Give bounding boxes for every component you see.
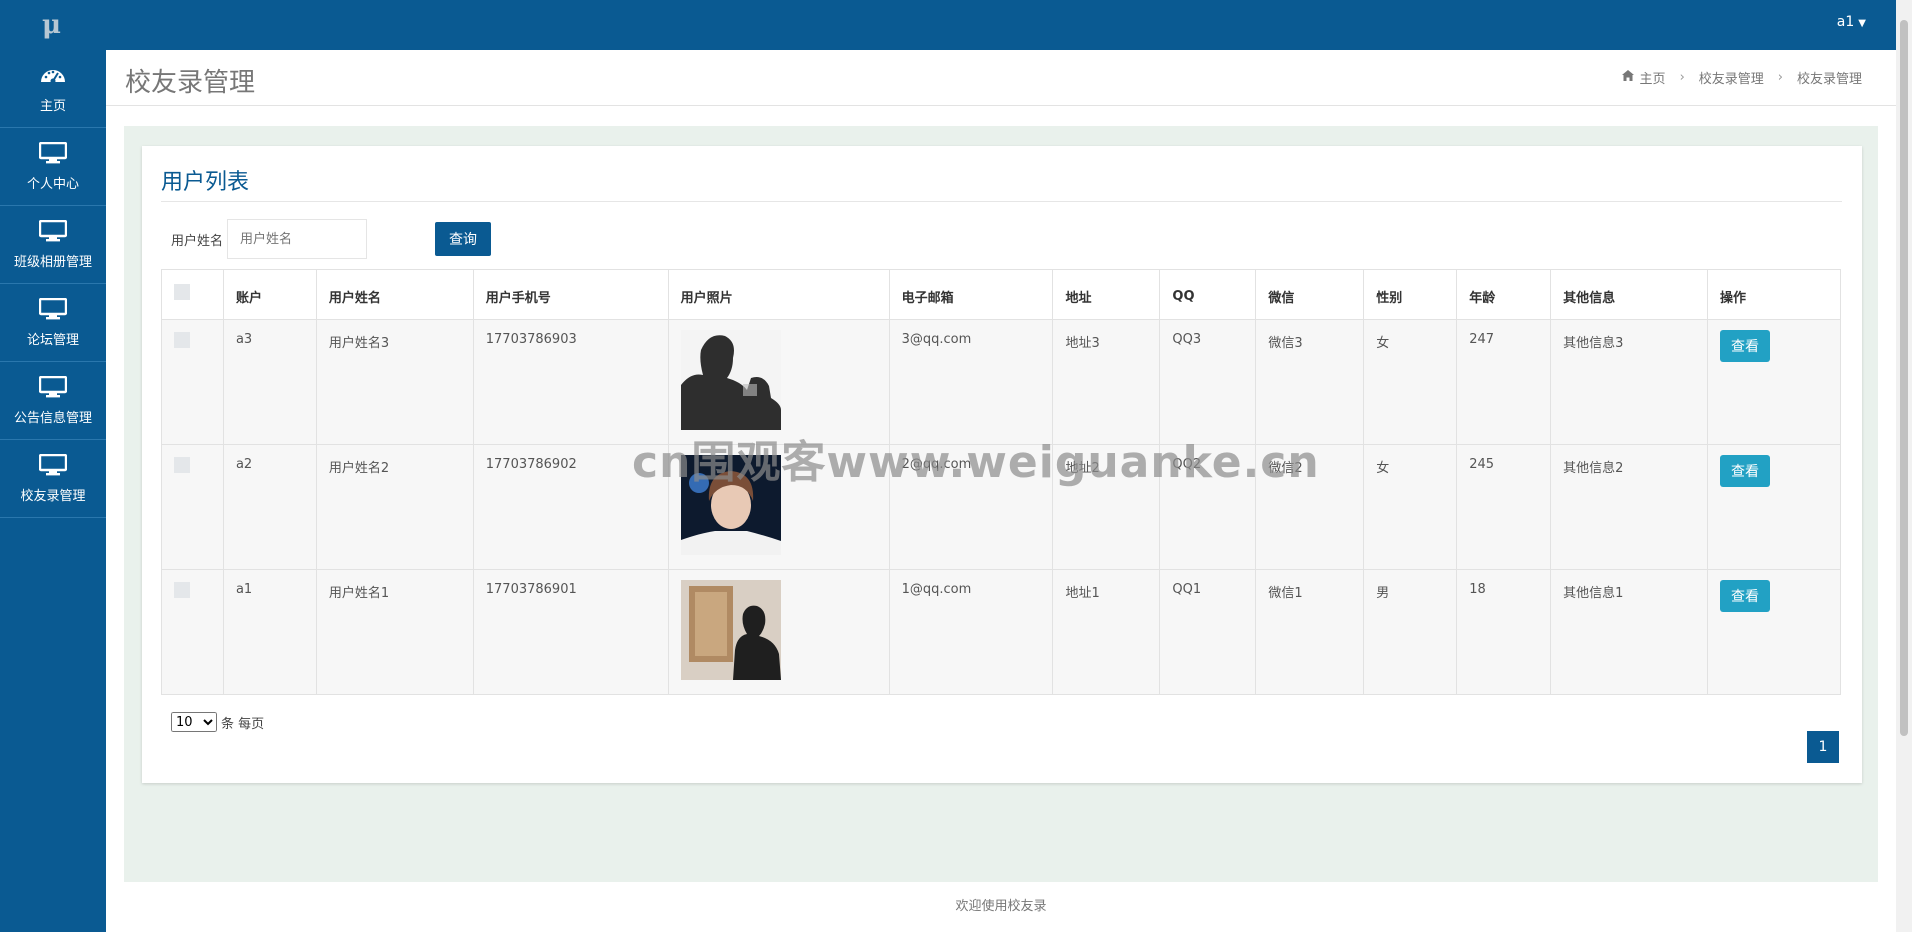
column-header: 年龄	[1456, 269, 1552, 320]
table-row: a1 用户姓名1 17703786901 1@qq.com 地址1 QQ1 微信…	[161, 569, 1842, 695]
sidebar-item-home[interactable]: 主页	[0, 50, 106, 128]
monitor-icon	[38, 141, 68, 165]
column-header: 账户	[222, 269, 317, 320]
cell-action: 查看	[1706, 319, 1842, 445]
divider	[161, 201, 1842, 202]
sidebar-item-label: 个人中心	[26, 177, 79, 192]
page-title: 校友录管理	[125, 68, 256, 98]
row-checkbox[interactable]	[174, 582, 190, 598]
sidebar-item-label: 班级相册管理	[13, 255, 92, 270]
column-header: 用户照片	[667, 269, 890, 320]
cell-age: 18	[1456, 569, 1552, 695]
pagination-page-button[interactable]: 1	[1807, 731, 1839, 763]
search-button[interactable]: 查询	[435, 222, 491, 256]
breadcrumb-section[interactable]: 校友录管理	[1699, 68, 1764, 87]
view-button[interactable]: 查看	[1719, 330, 1770, 362]
column-header: 用户手机号	[472, 269, 669, 320]
column-header: 地址	[1052, 269, 1161, 320]
scrollbar-thumb[interactable]	[1900, 20, 1908, 736]
cell-other: 其他信息1	[1550, 569, 1708, 695]
breadcrumb-current: 校友录管理	[1796, 72, 1862, 87]
monitor-icon	[38, 297, 68, 321]
monitor-icon	[38, 453, 68, 477]
cell-name: 用户姓名3	[315, 319, 474, 445]
sidebar-item-label: 主页	[39, 99, 66, 114]
panel-title: 用户列表	[161, 170, 250, 195]
cell-wechat: 微信1	[1255, 569, 1365, 695]
cell-name: 用户姓名1	[315, 569, 474, 695]
cell-gender: 女	[1363, 444, 1458, 570]
sidebar-item-album[interactable]: 班级相册管理	[0, 206, 106, 284]
select-all-checkbox[interactable]	[174, 284, 190, 300]
search-input[interactable]	[227, 219, 368, 259]
sidebar-item-notice[interactable]: 公告信息管理	[0, 362, 106, 440]
cell-other: 其他信息3	[1550, 319, 1708, 445]
sidebar-item-alumni[interactable]: 校友录管理	[0, 440, 106, 518]
watermark: cn围观客www.weiguanke.cn	[632, 437, 1320, 488]
caret-down-icon: ▼	[1858, 18, 1866, 29]
cell-action: 查看	[1706, 444, 1842, 570]
search-form: 用户姓名 查询	[171, 218, 491, 260]
row-checkbox[interactable]	[174, 332, 190, 348]
page-size-select[interactable]: 10	[171, 712, 217, 732]
row-select-cell	[161, 319, 224, 445]
sidebar-item-label: 公告信息管理	[13, 411, 92, 426]
column-header: 电子邮箱	[888, 269, 1054, 320]
scrollbar[interactable]	[1896, 0, 1912, 932]
cell-other: 其他信息2	[1550, 444, 1708, 570]
cell-phone: 17703786901	[472, 569, 669, 695]
sidebar-item-forum[interactable]: 论坛管理	[0, 284, 106, 362]
chevron-right-icon: ›	[1679, 70, 1685, 85]
chevron-right-icon: ›	[1777, 70, 1783, 85]
breadcrumb-home[interactable]: 主页	[1640, 68, 1666, 87]
cell-account: a3	[222, 319, 317, 445]
column-header: 其他信息	[1550, 269, 1708, 320]
monitor-icon	[38, 219, 68, 243]
cell-name: 用户姓名2	[315, 444, 474, 570]
table-header-row: 账户 用户姓名 用户手机号 用户照片 电子邮箱 地址 QQ 微信 性别 年龄 其…	[161, 269, 1842, 320]
view-button[interactable]: 查看	[1719, 455, 1770, 487]
footer: 欢迎使用校友录	[106, 882, 1896, 932]
sidebar-item-label: 论坛管理	[26, 333, 79, 348]
select-all-cell	[161, 269, 224, 320]
dashboard-icon	[38, 63, 68, 87]
column-header: 用户姓名	[315, 269, 474, 320]
view-button[interactable]: 查看	[1719, 580, 1770, 612]
cell-photo	[667, 569, 890, 695]
cell-account: a2	[222, 444, 317, 570]
home-icon	[1621, 70, 1634, 85]
user-menu[interactable]: a1 ▼	[1837, 14, 1866, 30]
cell-age: 245	[1456, 444, 1552, 570]
column-header: 微信	[1255, 269, 1365, 320]
monitor-icon	[38, 375, 68, 399]
top-bar: μ a1 ▼	[0, 0, 1912, 50]
cell-qq: QQ1	[1159, 569, 1257, 695]
column-header: 性别	[1363, 269, 1458, 320]
user-name: a1	[1836, 14, 1855, 30]
cell-action: 查看	[1706, 569, 1842, 695]
cell-address: 地址1	[1052, 569, 1161, 695]
row-select-cell	[161, 569, 224, 695]
sidebar-item-profile[interactable]: 个人中心	[0, 128, 106, 206]
page-header: 校友录管理 主页 › 校友录管理 › 校友录管理	[106, 50, 1896, 106]
cell-gender: 男	[1363, 569, 1458, 695]
column-header: QQ	[1159, 269, 1257, 320]
cell-age: 247	[1456, 319, 1552, 445]
cell-account: a1	[222, 569, 317, 695]
cell-gender: 女	[1363, 319, 1458, 445]
user-photo	[680, 330, 781, 430]
sidebar: 主页 个人中心 班级相册管理 论坛管理 公告信息管理 校友录管理	[0, 50, 106, 932]
column-header: 操作	[1706, 269, 1842, 320]
page-size-control: 10 条 每页	[171, 712, 264, 732]
page-size-suffix: 条 每页	[221, 716, 265, 732]
app-logo[interactable]: μ	[42, 10, 61, 40]
sidebar-item-label: 校友录管理	[20, 489, 86, 504]
row-select-cell	[161, 444, 224, 570]
user-photo	[680, 580, 781, 680]
search-label: 用户姓名	[171, 233, 224, 249]
row-checkbox[interactable]	[174, 457, 190, 473]
breadcrumb: 主页 › 校友录管理 › 校友录管理	[1621, 68, 1862, 87]
cell-email: 1@qq.com	[888, 569, 1054, 695]
